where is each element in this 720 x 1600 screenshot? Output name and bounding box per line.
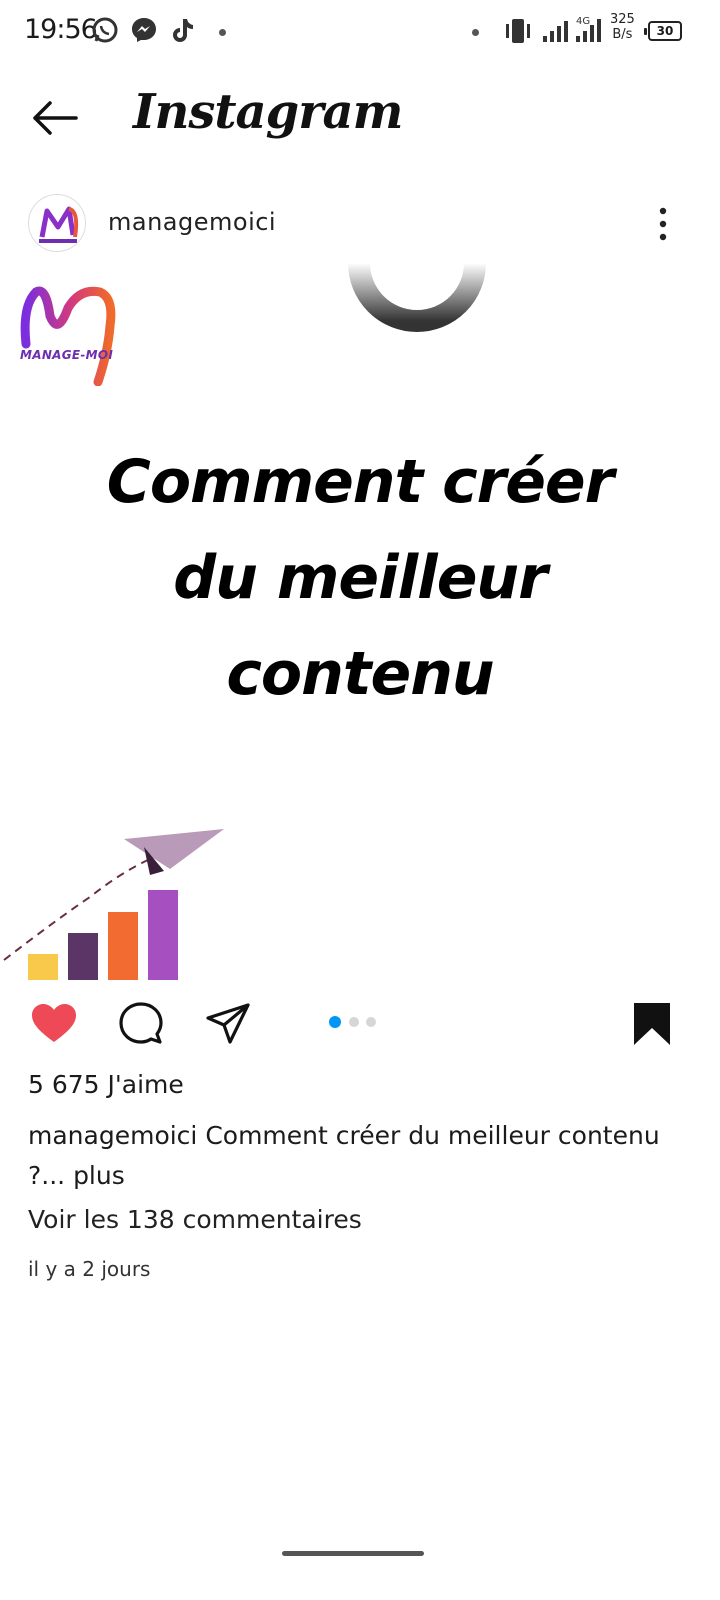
- page-title: Instagram: [133, 84, 403, 140]
- signal-4g-icon: 4G: [574, 14, 604, 48]
- app-header: Instagram: [0, 70, 720, 170]
- arrow-left-icon[interactable]: [30, 98, 80, 138]
- network-speed-unit: B/s: [612, 27, 633, 42]
- post-actions: [0, 992, 720, 1056]
- carousel-indicator: [329, 1016, 379, 1029]
- carousel-dot-active: [329, 1016, 341, 1028]
- caption-more-link[interactable]: plus: [73, 1161, 125, 1190]
- signal-icon: [542, 20, 568, 46]
- headline-line: Comment créer: [106, 447, 614, 517]
- heart-icon[interactable]: [30, 1000, 78, 1048]
- post-header: managemoici: [0, 190, 720, 260]
- status-dot: [472, 29, 479, 36]
- messenger-icon: [130, 16, 158, 48]
- comment-icon[interactable]: [117, 1000, 165, 1048]
- headline-line: contenu: [226, 639, 494, 709]
- loading-spinner: [346, 262, 488, 334]
- bookmark-icon[interactable]: [628, 1000, 676, 1048]
- whatsapp-icon: [91, 16, 119, 48]
- growth-chart-illustration: [0, 817, 240, 982]
- post-headline: Comment créer du meilleur contenu: [0, 434, 720, 722]
- battery-icon: 30: [644, 21, 682, 41]
- carousel-dot: [366, 1017, 376, 1027]
- brand-logo: [18, 286, 118, 387]
- network-type-label: 4G: [576, 16, 590, 27]
- status-bar: 19:56 4G 325 B/s 30: [0, 0, 720, 64]
- network-speed-value: 325: [610, 12, 635, 27]
- status-time: 19:56: [24, 14, 98, 45]
- bar: [148, 890, 178, 980]
- post-timestamp: il y a 2 jours: [28, 1257, 151, 1281]
- network-speed: 325 B/s: [610, 12, 635, 42]
- bar: [28, 954, 58, 980]
- avatar[interactable]: [28, 194, 86, 252]
- view-comments-link[interactable]: Voir les 138 commentaires: [28, 1205, 362, 1234]
- bar: [108, 912, 138, 980]
- brand-logo-text: MANAGE-MOI: [20, 348, 114, 362]
- post-caption: managemoici Comment créer du meilleur co…: [28, 1116, 668, 1196]
- post-username[interactable]: managemoici: [108, 208, 276, 236]
- likes-count[interactable]: 5 675 J'aime: [28, 1070, 184, 1099]
- post-image[interactable]: MANAGE-MOI Comment créer du meilleur con…: [0, 262, 720, 982]
- more-vertical-icon[interactable]: [654, 206, 672, 242]
- paper-plane-icon[interactable]: [204, 1000, 252, 1048]
- home-indicator[interactable]: [282, 1551, 424, 1556]
- notification-dot: [219, 29, 226, 36]
- carousel-dot: [349, 1017, 359, 1027]
- tiktok-icon: [168, 16, 196, 48]
- vibrate-icon: [503, 18, 533, 48]
- headline-line: du meilleur: [173, 543, 547, 613]
- bar: [68, 933, 98, 980]
- caption-username[interactable]: managemoici: [28, 1121, 197, 1150]
